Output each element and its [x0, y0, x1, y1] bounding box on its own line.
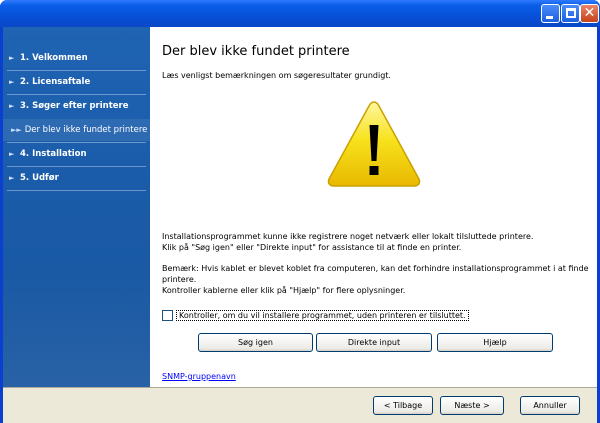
note-paragraph: Bemærk: Hvis kablet er blevet koblet fra… — [162, 263, 592, 296]
client-area: ► 1. Velkommen ► 2. Licensaftale ► 3. Sø… — [3, 27, 597, 423]
arrow-icon: ► — [9, 102, 15, 110]
sidebar-glow — [3, 267, 150, 387]
page-subtitle: Læs venligst bemærkningen om søgeresulta… — [162, 71, 391, 80]
install-without-printer-option[interactable]: Kontroller, om du vil installere program… — [162, 310, 469, 321]
close-button[interactable]: ✕ — [580, 4, 599, 23]
direct-input-button[interactable]: Direkte input — [316, 333, 432, 352]
checkbox-label[interactable]: Kontroller, om du vil installere program… — [176, 310, 469, 321]
sidebar-item-label: 2. Licensaftale — [19, 77, 91, 87]
install-without-printer-checkbox[interactable] — [162, 310, 173, 321]
arrow-icon: ► — [9, 54, 15, 62]
arrow-icon: ► — [9, 174, 15, 182]
arrow-icon: ► — [9, 78, 15, 86]
sidebar: ► 1. Velkommen ► 2. Licensaftale ► 3. Sø… — [3, 27, 150, 387]
sidebar-item-finish: ► 5. Udfør — [3, 167, 150, 189]
double-arrow-icon: ►► — [11, 126, 22, 134]
sidebar-item-no-printers: ►► Der blev ikke fundet printere — [3, 119, 150, 141]
sidebar-item-label: 3. Søger efter printere — [19, 101, 129, 111]
snmp-group-link[interactable]: SNMP-gruppenavn — [162, 372, 236, 381]
sidebar-item-searching: ► 3. Søger efter printere — [3, 95, 150, 117]
back-button[interactable]: < Tilbage — [373, 396, 433, 415]
info-line: Klik på "Søg igen" eller "Direkte input"… — [162, 243, 462, 252]
info-line: Installationsprogrammet kunne ikke regis… — [162, 232, 534, 241]
installer-window: ✕ ► 1. Velkommen ► 2. Licensaftale ► 3. … — [0, 0, 600, 423]
cancel-button[interactable]: Annuller — [520, 396, 580, 415]
sidebar-item-welcome: ► 1. Velkommen — [3, 47, 150, 69]
sidebar-item-label: 4. Installation — [19, 149, 87, 159]
minimize-button[interactable] — [541, 4, 560, 23]
page-title: Der blev ikke fundet printere — [162, 44, 350, 59]
arrow-icon: ► — [9, 150, 15, 158]
sidebar-item-label: 1. Velkommen — [19, 53, 88, 63]
footer-bar: < Tilbage Næste > Annuller — [3, 387, 597, 423]
sidebar-item-label: 5. Udfør — [19, 173, 59, 183]
help-button[interactable]: Hjælp — [437, 333, 553, 352]
next-button[interactable]: Næste > — [440, 396, 504, 415]
search-again-button[interactable]: Søg igen — [198, 333, 313, 352]
note-line: Kontroller kablerne eller klik på "Hjælp… — [162, 286, 406, 295]
minimize-icon — [546, 16, 553, 19]
info-paragraph: Installationsprogrammet kunne ikke regis… — [162, 231, 592, 253]
warning-icon — [327, 101, 421, 187]
maximize-button[interactable] — [561, 4, 580, 23]
main-panel: Der blev ikke fundet printere Læs venlig… — [150, 27, 597, 387]
title-bar[interactable]: ✕ — [0, 0, 600, 27]
sidebar-item-label: Der blev ikke fundet printere — [24, 125, 148, 135]
maximize-icon — [566, 8, 576, 18]
sidebar-divider — [7, 190, 146, 191]
sidebar-item-license: ► 2. Licensaftale — [3, 71, 150, 93]
close-icon: ✕ — [583, 5, 596, 21]
sidebar-item-installation: ► 4. Installation — [3, 143, 150, 165]
note-line: Bemærk: Hvis kablet er blevet koblet fra… — [162, 264, 589, 284]
